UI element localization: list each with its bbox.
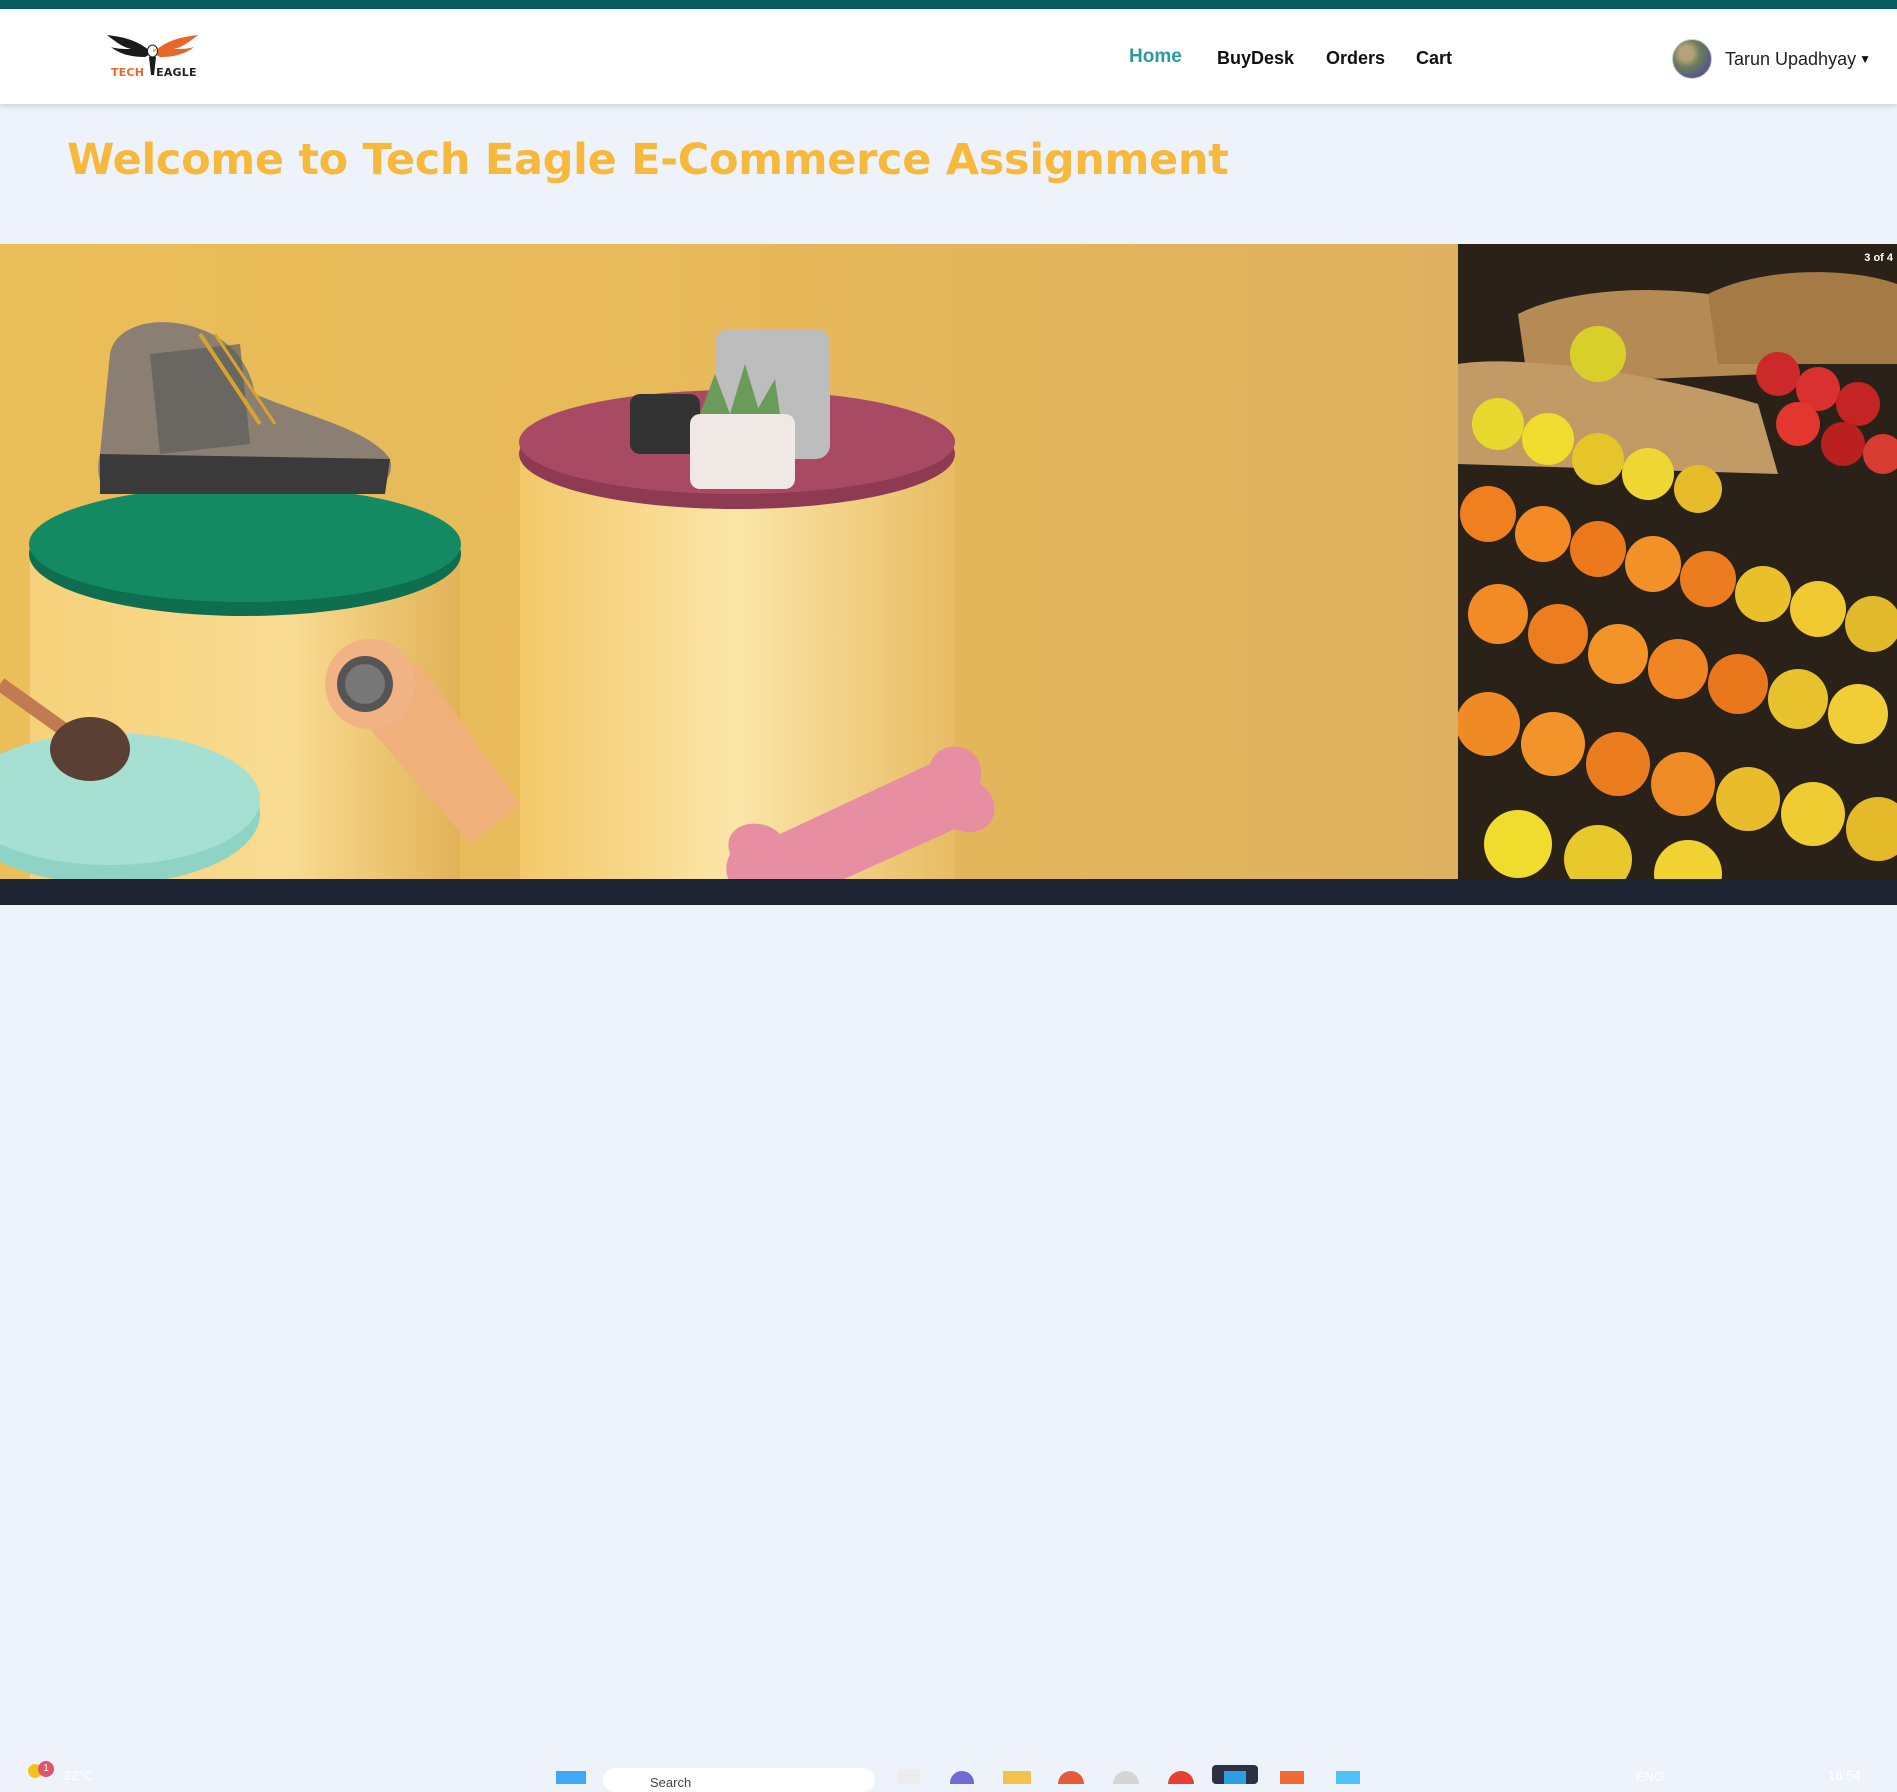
nav-cart-link[interactable]: Cart <box>1416 48 1452 69</box>
chat-icon[interactable] <box>950 1771 974 1784</box>
carousel-counter: 3 of 4 <box>1864 252 1893 264</box>
carousel-slide-fruits: 3 of 4 <box>1458 244 1897 879</box>
chevron-down-icon[interactable]: ▼ <box>1859 52 1871 66</box>
vscode-icon <box>1224 1771 1246 1784</box>
nav-orders-link[interactable]: Orders <box>1326 48 1385 69</box>
notepad-icon[interactable] <box>1336 1771 1360 1784</box>
brave-icon[interactable] <box>1280 1771 1304 1784</box>
fruits-illustration <box>1458 244 1897 879</box>
file-icon[interactable] <box>898 1769 920 1784</box>
logo-text-eagle: EAGLE <box>156 66 197 79</box>
language-indicator[interactable]: ENG <box>1636 1769 1664 1784</box>
vscode-taskbar-button[interactable] <box>1212 1765 1258 1784</box>
page-title: Welcome to Tech Eagle E-Commerce Assignm… <box>67 135 1229 185</box>
folder-icon[interactable] <box>1003 1771 1031 1784</box>
nav-buydesk-link[interactable]: BuyDesk <box>1217 48 1294 69</box>
taskbar-search[interactable] <box>603 1768 875 1792</box>
notification-badge: 1 <box>38 1761 54 1777</box>
navbar: TECH EAGLE Home BuyDesk Orders Cart Tarun… <box>0 9 1897 104</box>
user-menu[interactable]: Tarun Upadhyay ▼ <box>1672 39 1871 79</box>
media-player-icon[interactable] <box>1058 1771 1084 1784</box>
os-taskbar: 1 22°C Search ENG 16:54 <box>0 879 1897 1792</box>
user-name[interactable]: Tarun Upadhyay <box>1725 49 1856 70</box>
taskbar-search-text: Search <box>650 1775 692 1790</box>
logo-text-tech: TECH <box>111 66 145 79</box>
hero-carousel[interactable]: 3 of 4 <box>0 244 1897 879</box>
top-accent-bar <box>0 0 1897 9</box>
carousel-slide-products <box>0 244 1458 879</box>
products-illustration <box>0 322 995 879</box>
clock-app-icon[interactable] <box>1113 1771 1139 1784</box>
chrome-icon[interactable] <box>1168 1771 1194 1784</box>
nav-home-link[interactable]: Home <box>1129 46 1182 68</box>
taskbar-clock[interactable]: 16:54 <box>1828 1768 1861 1783</box>
windows-start-icon[interactable] <box>556 1771 586 1784</box>
avatar[interactable] <box>1672 39 1712 79</box>
tech-eagle-logo[interactable]: TECH EAGLE <box>105 31 200 89</box>
weather-temp[interactable]: 22°C <box>64 1768 93 1783</box>
logo-wordmark: TECH EAGLE <box>111 66 197 79</box>
